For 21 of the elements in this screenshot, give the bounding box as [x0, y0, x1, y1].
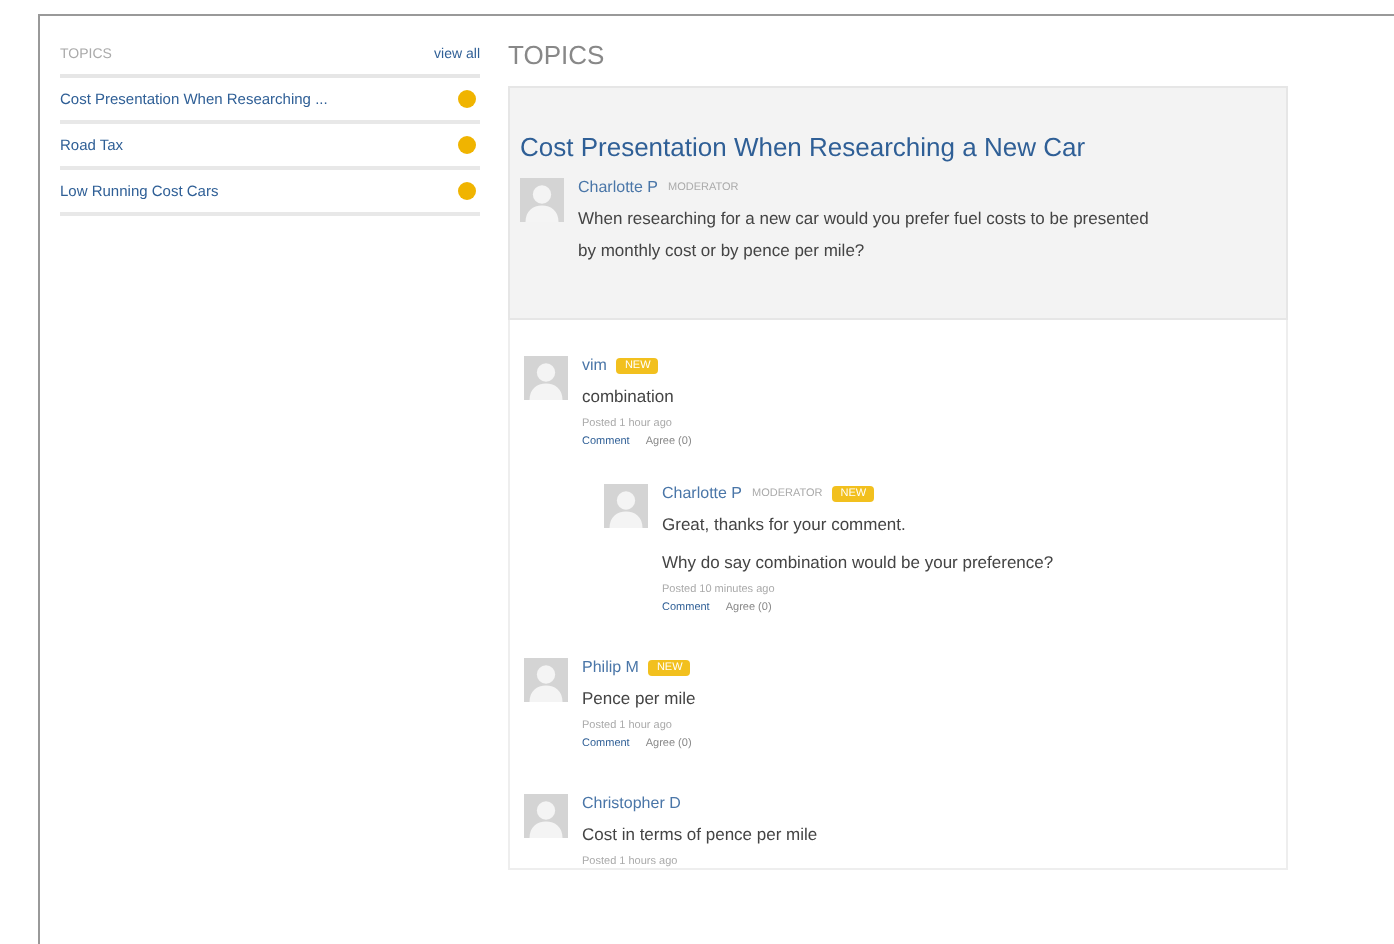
author-name[interactable]: Charlotte P	[662, 484, 743, 502]
author-name[interactable]: Christopher D	[582, 794, 681, 812]
topic-question: When researching for a new car would you prefer fuel costs to be presented by monthly cost or by pence per mile?	[578, 206, 1151, 264]
page-heading: TOPICS	[508, 40, 607, 70]
comment-text: Great, thanks for your comment.	[662, 512, 908, 538]
avatar-icon	[524, 794, 568, 838]
comment-text: Cost in terms of pence per mile	[582, 822, 818, 848]
author-name[interactable]: Charlotte P	[578, 178, 659, 196]
author-name[interactable]: vim	[582, 356, 607, 374]
comment-text: combination	[582, 384, 676, 410]
dot-icon	[458, 90, 476, 108]
comment-text: Why do say combination would be your preference?	[662, 550, 1054, 576]
dot-icon	[458, 182, 476, 200]
comment-text: Pence per mile	[582, 686, 696, 712]
avatar-icon	[604, 484, 648, 528]
avatar-icon	[524, 658, 568, 702]
topic-title: Cost Presentation When Researching a New Car	[520, 132, 1088, 162]
author-name[interactable]: Philip M	[582, 658, 639, 676]
dot-icon	[458, 136, 476, 154]
avatar-icon	[524, 356, 568, 400]
avatar-icon	[520, 178, 564, 222]
